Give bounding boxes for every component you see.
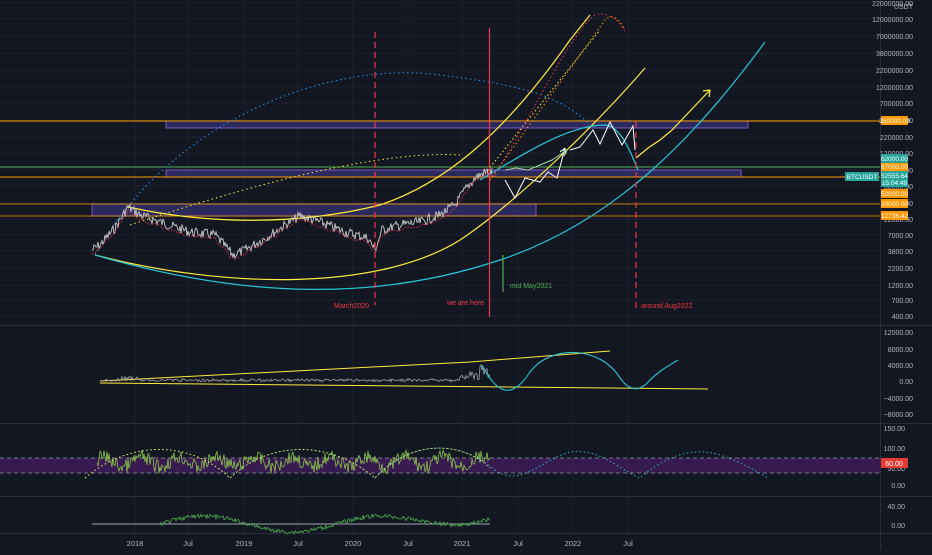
price-axis-tick: 1200.00 xyxy=(888,283,913,290)
rsi-value-text: 60.00 xyxy=(885,461,903,468)
annotation-march2020: March2020 xyxy=(334,303,369,310)
time-axis-label: Jul xyxy=(293,539,303,548)
price-axis-tick: 700000.00 xyxy=(880,101,913,108)
osc-axis-tick: −8000.00 xyxy=(884,412,913,419)
time-axis-label: 2020 xyxy=(345,539,362,548)
osc-axis-tick: 12000.00 xyxy=(884,330,913,337)
time-axis-label: Jul xyxy=(513,539,523,548)
price-axis-tick: 3800.00 xyxy=(888,249,913,256)
time-axis-label: 2018 xyxy=(127,539,144,548)
level-50000: 50000.00 xyxy=(881,191,908,198)
price-axis-tick: 2200000.00 xyxy=(876,68,913,75)
trading-chart[interactable]: March2020 we are here mid May2021 around… xyxy=(0,0,932,550)
support-zone xyxy=(91,203,537,217)
bottom-axis-tick: 0.00 xyxy=(891,523,905,530)
annotation-we-are-here: we are here xyxy=(446,300,484,307)
rsi-axis-tick: 150.00 xyxy=(884,426,906,433)
time-axis-label: 2022 xyxy=(565,539,582,548)
rsi-band xyxy=(0,458,880,473)
time-axis-label: 2021 xyxy=(454,539,471,548)
time-axis-label: Jul xyxy=(183,539,193,548)
level-350000: 350000.00 xyxy=(879,118,910,125)
level-67000: 67000.00 xyxy=(881,164,908,171)
price-axis-tick: 3800000.00 xyxy=(876,51,913,58)
price-axis-tick: 7000.00 xyxy=(888,233,913,240)
price-axis-tick: 12000000.00 xyxy=(872,17,913,24)
price-axis-tick: 400.00 xyxy=(892,314,914,321)
osc-axis-tick: 0.00 xyxy=(899,379,913,386)
annotation-around-aug: around Aug2022 xyxy=(641,303,692,310)
osc-axis-tick: 8000.00 xyxy=(888,347,913,354)
resistance-zone-top xyxy=(165,120,749,129)
price-axis-tick: 2200.00 xyxy=(888,266,913,273)
price-axis-tick: 7000000.00 xyxy=(876,34,913,41)
osc-axis-tick: 4000.00 xyxy=(888,363,913,370)
chart-root: March2020 we are here mid May2021 around… xyxy=(0,0,932,550)
rsi-axis-tick: 100.00 xyxy=(884,446,906,453)
annotation-mid-may: mid May2021 xyxy=(510,283,552,290)
price-axis-tick: 1200000.00 xyxy=(876,85,913,92)
level-20000: 20000.00 xyxy=(881,201,908,208)
symbol-tag-text: BTCUSDT xyxy=(847,174,878,181)
level-12736: 12736.42 xyxy=(881,213,908,220)
countdown: 15:04:49 xyxy=(882,180,908,187)
time-axis-label: Jul xyxy=(623,539,633,548)
osc-axis-tick: −4000.00 xyxy=(884,396,913,403)
currency-label: USDT xyxy=(894,4,914,11)
level-62000: 62000.00 xyxy=(881,156,908,163)
time-axis-label: Jul xyxy=(403,539,413,548)
rsi-axis-tick: 0.00 xyxy=(891,483,905,490)
time-axis-label: 2019 xyxy=(236,539,253,548)
price-axis-tick: 700.00 xyxy=(892,298,914,305)
resistance-zone-mid xyxy=(165,169,742,178)
price-axis-tick: 220000.00 xyxy=(880,135,913,142)
symbol-tag[interactable]: BTCUSDT xyxy=(845,172,879,181)
bottom-axis-tick: 40.00 xyxy=(887,504,905,511)
rsi-value-label: 60.00 xyxy=(881,458,908,468)
